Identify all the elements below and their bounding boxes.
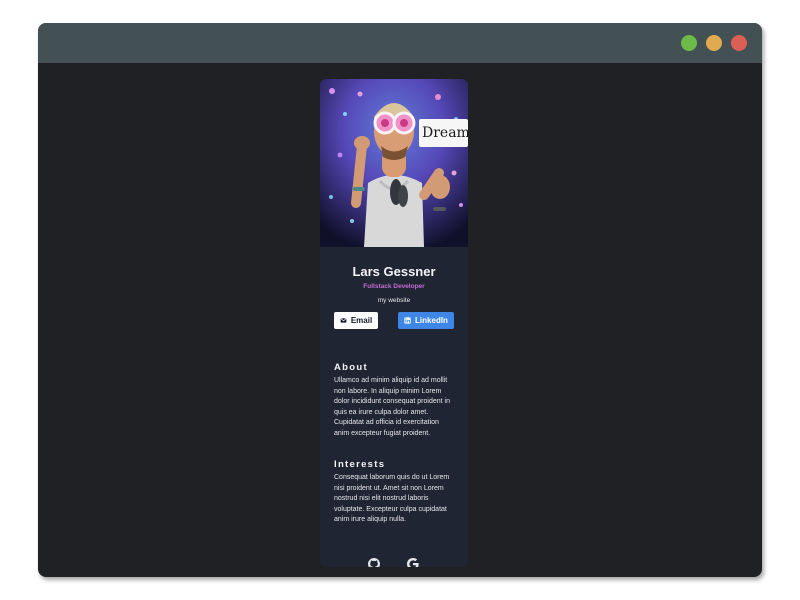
about-heading: About [334, 362, 368, 373]
photo-sign-text: Dream [422, 125, 468, 141]
profile-photo-art: Dream [320, 79, 468, 247]
website-link[interactable]: my website [320, 297, 468, 304]
profile-name: Lars Gessner [352, 264, 436, 279]
profile-photo: Dream [320, 79, 468, 247]
about-text: Ullamco ad minim aliquip id ad mollit no… [334, 377, 450, 437]
interests-text: Consequat laborum quis do ut Lorem nisi … [334, 474, 450, 523]
window-yellow-control[interactable] [706, 35, 722, 51]
github-icon[interactable] [368, 557, 380, 567]
window-titlebar [38, 23, 762, 63]
social-icons [320, 557, 468, 567]
profile-card: Dream Lars Gessner Fullstack Developer m… [320, 79, 468, 567]
email-button-label: Email [350, 316, 373, 325]
browser-window: Dream Lars Gessner Fullstack Developer m… [38, 23, 762, 577]
google-icon[interactable] [406, 557, 419, 567]
linkedin-button[interactable]: LinkedIn [398, 312, 454, 329]
window-green-control[interactable] [681, 35, 697, 51]
linkedin-button-label: LinkedIn [415, 316, 448, 325]
interests-heading: Interests [334, 459, 386, 470]
email-button[interactable]: Email [334, 312, 378, 329]
linkedin-icon [404, 317, 411, 324]
envelope-icon [340, 317, 347, 324]
profile-role: Fullstack Developer [363, 283, 425, 290]
window-red-control[interactable] [731, 35, 747, 51]
